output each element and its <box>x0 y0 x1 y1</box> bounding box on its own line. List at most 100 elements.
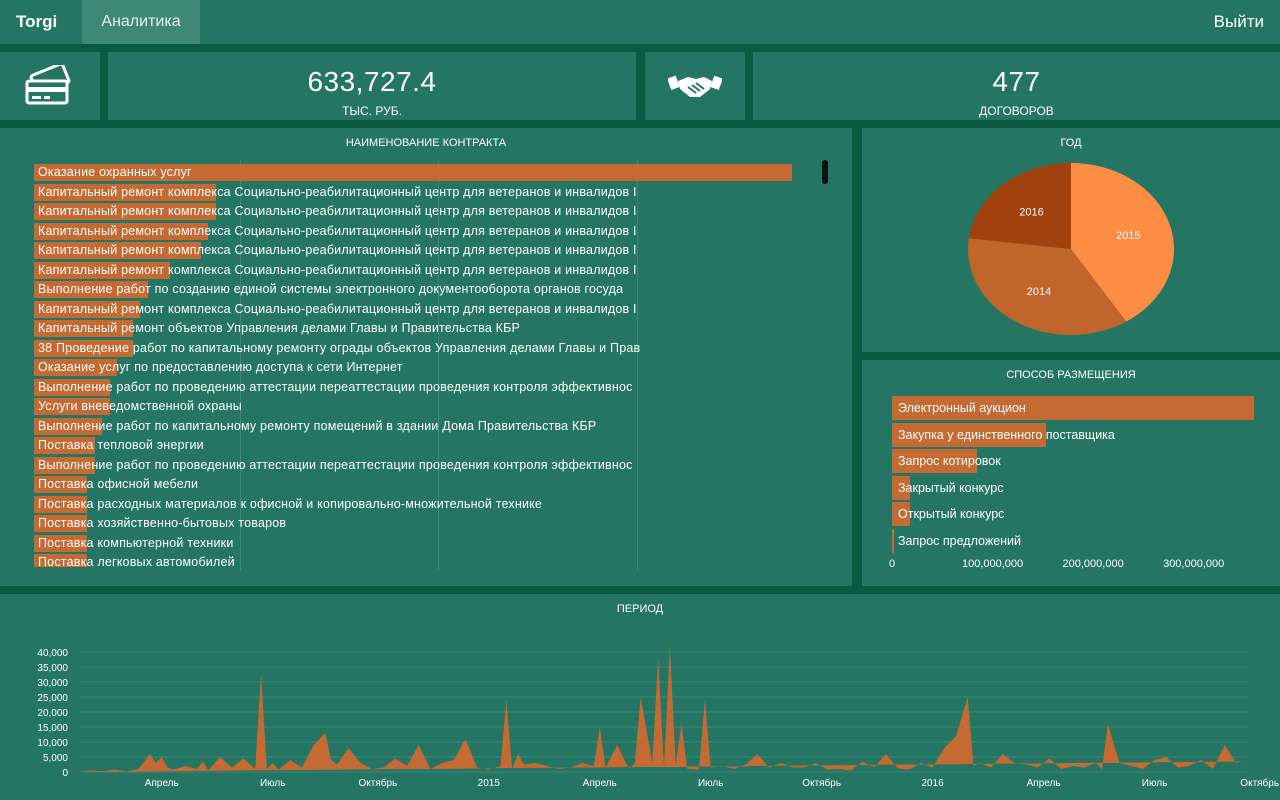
placement-label: Запрос котировок <box>898 454 1001 468</box>
contract-row[interactable]: Услуги вневедомственной охраны <box>34 397 818 417</box>
contract-row[interactable]: Капитальный ремонт комплекса Социально-р… <box>34 300 818 320</box>
period-ytick-label: 40,000 <box>37 648 68 659</box>
placement-row[interactable]: Запрос котировок <box>892 449 1254 473</box>
placement-tick-label: 100,000,000 <box>961 558 1024 570</box>
placement-tick-label: 300,000,000 <box>1163 558 1225 570</box>
placement-label: Закупка у единственного поставщика <box>898 427 1115 442</box>
period-xtick-label: Октябрь <box>358 777 397 789</box>
brand-logo[interactable]: Torgi <box>16 0 57 44</box>
year-panel: ГОД 2015 2014 2016 <box>862 128 1280 352</box>
contract-label: Поставка компьютерной техники <box>38 535 234 550</box>
year-pie-chart: 2015 2014 2016 <box>968 163 1174 335</box>
pie-label: 2014 <box>1027 286 1051 298</box>
placement-label: Электронный аукцион <box>898 401 1026 415</box>
contracts-list[interactable]: Оказание охранных услуг Капитальный ремон… <box>34 163 818 567</box>
contract-row[interactable]: 38 Проведение работ по капитальному ремо… <box>34 339 818 359</box>
tab-analytics[interactable]: Аналитика <box>82 0 200 44</box>
placement-row[interactable]: Электронный аукцион <box>892 396 1254 420</box>
contract-label: Капитальный ремонт комплекса Социально-р… <box>38 243 637 257</box>
contract-row[interactable]: Выполнение работ по капитальному ремонту… <box>34 417 818 437</box>
period-ytick-label: 30,000 <box>37 678 68 689</box>
kpi-total-amount-value: 633,727.4 <box>307 66 437 97</box>
contract-label: Капитальный ремонт комплекса Социально-р… <box>38 223 637 238</box>
contract-label: Выполнение работ по проведению аттестаци… <box>38 457 633 472</box>
contract-row[interactable]: Выполнение работ по проведению аттестаци… <box>34 378 818 398</box>
contract-row[interactable]: Оказание услуг по предоставлению доступа… <box>34 358 818 378</box>
contract-label: Капитальный ремонт комплекса Социально-р… <box>38 184 637 199</box>
period-panel: ПЕРИОД 0 5,000 10,000 15,000 20,000 25,000 30,… <box>0 594 1280 800</box>
period-xtick-label: Июль <box>1142 778 1168 789</box>
contract-row[interactable]: Оказание охранных услуг <box>34 163 818 183</box>
placement-panel-title: СПОСОБ РАЗМЕЩЕНИЯ <box>1006 369 1136 381</box>
period-ytick-label: 35,000 <box>37 663 68 674</box>
placement-row[interactable]: Закрытый конкурс <box>892 475 1254 500</box>
contracts-scrollbar[interactable] <box>822 160 828 184</box>
handshake-icon <box>668 75 722 97</box>
kpi-contracts-count-value: 477 <box>992 66 1041 97</box>
kpi-total-amount-card: 633,727.4 ТЫС. РУБ. <box>108 52 636 120</box>
contract-label: Выполнение работ по созданию единой сист… <box>38 282 624 296</box>
top-navbar: Torgi Аналитика Выйти <box>0 0 1280 44</box>
contracts-panel-title: НАИМЕНОВАНИЕ КОНТРАКТА <box>345 137 507 149</box>
contract-label: Выполнение работ по проведению аттестаци… <box>38 379 633 394</box>
contract-row[interactable]: Капитальный ремонт комплекса Социально-р… <box>34 222 818 242</box>
kpi-total-amount-label: ТЫС. РУБ. <box>342 104 402 118</box>
contract-label: Оказание услуг по предоставлению доступа… <box>38 360 403 374</box>
pie-label: 2016 <box>1019 207 1043 219</box>
period-xtick-label: 2016 <box>922 778 945 789</box>
contract-label: Капитальный ремонт комплекса Социально-р… <box>38 204 637 218</box>
period-ytick-label: 20,000 <box>37 708 68 719</box>
placement-row[interactable]: Запрос предложений <box>892 528 1254 553</box>
placement-row[interactable]: Закупка у единственного поставщика <box>892 422 1254 447</box>
contract-label: Поставка тепловой энергии <box>38 438 204 452</box>
contract-label: 38 Проведение работ по капитальному ремо… <box>38 340 641 355</box>
kpi-contracts-count-label: ДОГОВОРОВ <box>979 104 1054 118</box>
kpi-contracts-count-card: 477 ДОГОВОРОВ <box>753 52 1280 120</box>
contract-label: Поставка хозяйственно-бытовых товаров <box>38 516 287 530</box>
period-ytick-label: 5,000 <box>43 753 68 764</box>
placement-row[interactable]: Открытый конкурс <box>892 502 1254 526</box>
kpi-money-icon-panel <box>0 52 100 120</box>
period-xtick-label: Июль <box>260 778 286 789</box>
placement-tick-label: 0 <box>888 558 896 570</box>
contract-label: Услуги вневедомственной охраны <box>38 399 242 413</box>
placement-bar <box>892 528 894 553</box>
credit-card-icon <box>25 65 71 105</box>
period-xtick-label: Октябрь <box>1240 777 1279 789</box>
period-area <box>80 646 1243 772</box>
placement-label: Открытый конкурс <box>898 507 1005 521</box>
placement-axis: 0 100,000,000 200,000,000 300,000,000 <box>888 558 1254 574</box>
period-xtick-label: Июль <box>698 778 724 789</box>
period-xtick-label: Апрель <box>583 778 617 789</box>
kpi-contracts-icon-panel <box>645 52 745 120</box>
contract-row[interactable]: Капитальный ремонт объектов Управления д… <box>34 319 818 339</box>
placement-bars: Электронный аукцион Закупка у единственно… <box>892 396 1254 556</box>
contract-row[interactable]: Поставка компьютерной техники <box>34 534 818 554</box>
contract-label: Капитальный ремонт объектов Управления д… <box>38 321 521 335</box>
contract-label: Выполнение работ по капитальному ремонту… <box>38 418 597 433</box>
contract-row[interactable]: Капитальный ремонт комплекса Социально-р… <box>34 183 818 203</box>
logout-link[interactable]: Выйти <box>1214 0 1264 44</box>
contract-label: Капитальный ремонт комплекса Социально-р… <box>38 301 637 316</box>
period-xtick-label: Октябрь <box>802 777 841 789</box>
contract-row[interactable]: Капитальный ремонт комплекса Социально-р… <box>34 202 818 222</box>
placement-label: Запрос предложений <box>898 533 1022 548</box>
contract-label: Поставка легковых автомобилей <box>38 555 235 567</box>
placement-label: Закрытый конкурс <box>898 480 1004 495</box>
contract-row[interactable]: Выполнение работ по созданию единой сист… <box>34 280 818 300</box>
period-xtick-label: Апрель <box>1027 778 1061 789</box>
period-ytick-label: 10,000 <box>37 738 68 749</box>
contract-row[interactable]: Поставка офисной мебели <box>34 475 818 495</box>
contract-row[interactable]: Капитальный ремонт комплекса Социально-р… <box>34 261 818 281</box>
contract-row[interactable]: Поставка тепловой энергии <box>34 436 818 456</box>
contract-label: Поставка расходных материалов к офисной … <box>38 496 543 511</box>
contract-row[interactable]: Поставка расходных материалов к офисной … <box>34 495 818 515</box>
period-ytick-label: 25,000 <box>37 693 68 704</box>
contract-row[interactable]: Капитальный ремонт комплекса Социально-р… <box>34 241 818 261</box>
contract-row[interactable]: Выполнение работ по проведению аттестаци… <box>34 456 818 476</box>
contract-label: Капитальный ремонт комплекса Социально-р… <box>38 262 637 277</box>
placement-tick-label: 200,000,000 <box>1062 558 1124 570</box>
period-xtick-label: Апрель <box>145 778 179 789</box>
contract-row[interactable]: Поставка хозяйственно-бытовых товаров <box>34 514 818 534</box>
contract-row[interactable]: Поставка легковых автомобилей <box>34 553 818 567</box>
